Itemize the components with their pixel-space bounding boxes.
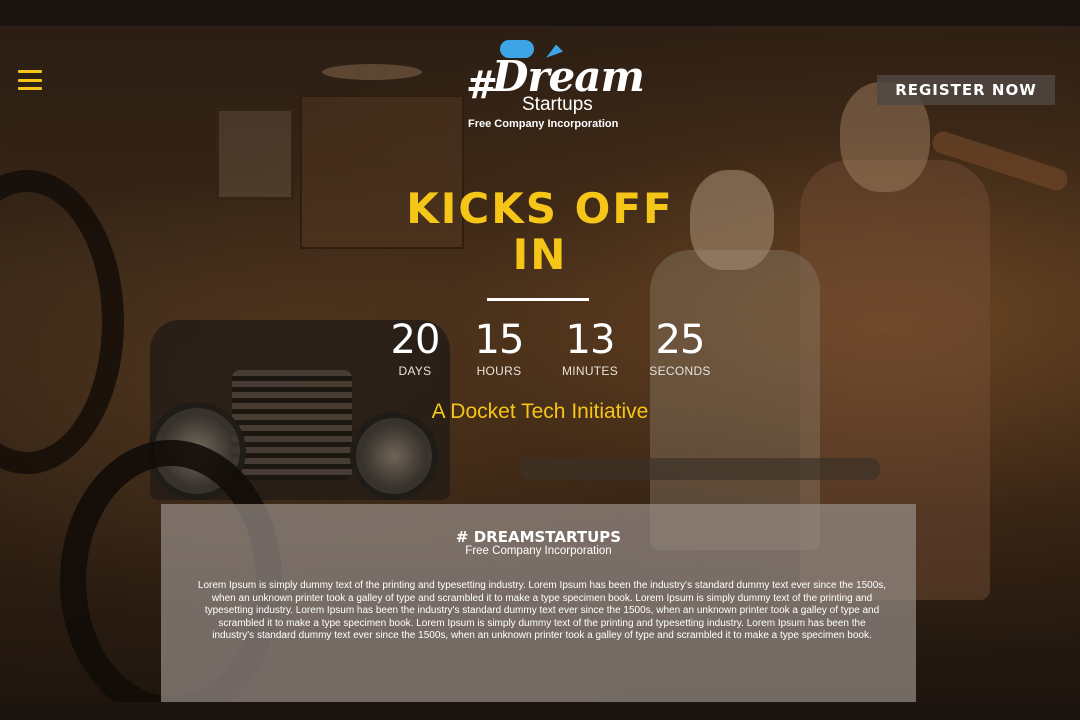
landing-page: # Dream Startups Free Company Incorporat…: [0, 0, 1080, 720]
countdown-hours: 15 HOURS: [454, 318, 544, 378]
bottom-strip: [0, 702, 1080, 720]
headline-line-2: IN: [512, 230, 568, 279]
countdown-timer: 20 DAYS 15 HOURS 13 MINUTES 25 SECONDS: [370, 318, 730, 382]
hamburger-icon[interactable]: [18, 70, 42, 90]
info-title: # DREAMSTARTUPS: [455, 528, 622, 546]
background-car-grille: [232, 370, 352, 480]
countdown-seconds-value: 25: [655, 317, 706, 363]
info-panel: # DREAMSTARTUPS Free Company Incorporati…: [161, 504, 916, 702]
hamburger-line: [18, 78, 42, 82]
hamburger-line: [18, 70, 42, 73]
countdown-hours-value: 15: [474, 317, 525, 363]
countdown-seconds: 25 SECONDS: [635, 318, 725, 378]
headline-divider: [487, 298, 589, 301]
background-tire: [0, 170, 124, 474]
background-bat: [930, 128, 1070, 194]
top-strip: [0, 0, 1080, 26]
countdown-days: 20 DAYS: [370, 318, 460, 378]
countdown-days-value: 20: [390, 317, 441, 363]
background-lamp: [322, 64, 422, 80]
headline: KICKS OFF IN: [340, 186, 740, 278]
background-headlight-right: [350, 412, 438, 500]
logo-startups: Startups: [522, 94, 593, 115]
info-body-text: Lorem Ipsum is simply dummy text of the …: [197, 580, 887, 642]
headline-line-1: KICKS OFF: [406, 184, 674, 233]
info-subtitle: Free Company Incorporation: [465, 545, 612, 557]
countdown-minutes: 13 MINUTES: [545, 318, 635, 378]
countdown-seconds-label: SECONDS: [649, 364, 711, 378]
countdown-hours-label: HOURS: [476, 364, 522, 378]
logo[interactable]: # Dream Startups Free Company Incorporat…: [462, 38, 645, 134]
background-wrench: [520, 458, 880, 480]
register-now-button[interactable]: REGISTER NOW: [877, 75, 1055, 105]
countdown-minutes-value: 13: [565, 317, 616, 363]
countdown-days-label: DAYS: [398, 364, 432, 378]
background-headlight-left: [148, 402, 246, 500]
hamburger-line: [18, 87, 42, 90]
countdown-minutes-label: MINUTES: [561, 364, 619, 378]
logo-tagline: Free Company Incorporation: [468, 118, 619, 130]
background-picture-frame: [216, 108, 294, 200]
initiative-tagline: A Docket Tech Initiative: [431, 400, 649, 423]
